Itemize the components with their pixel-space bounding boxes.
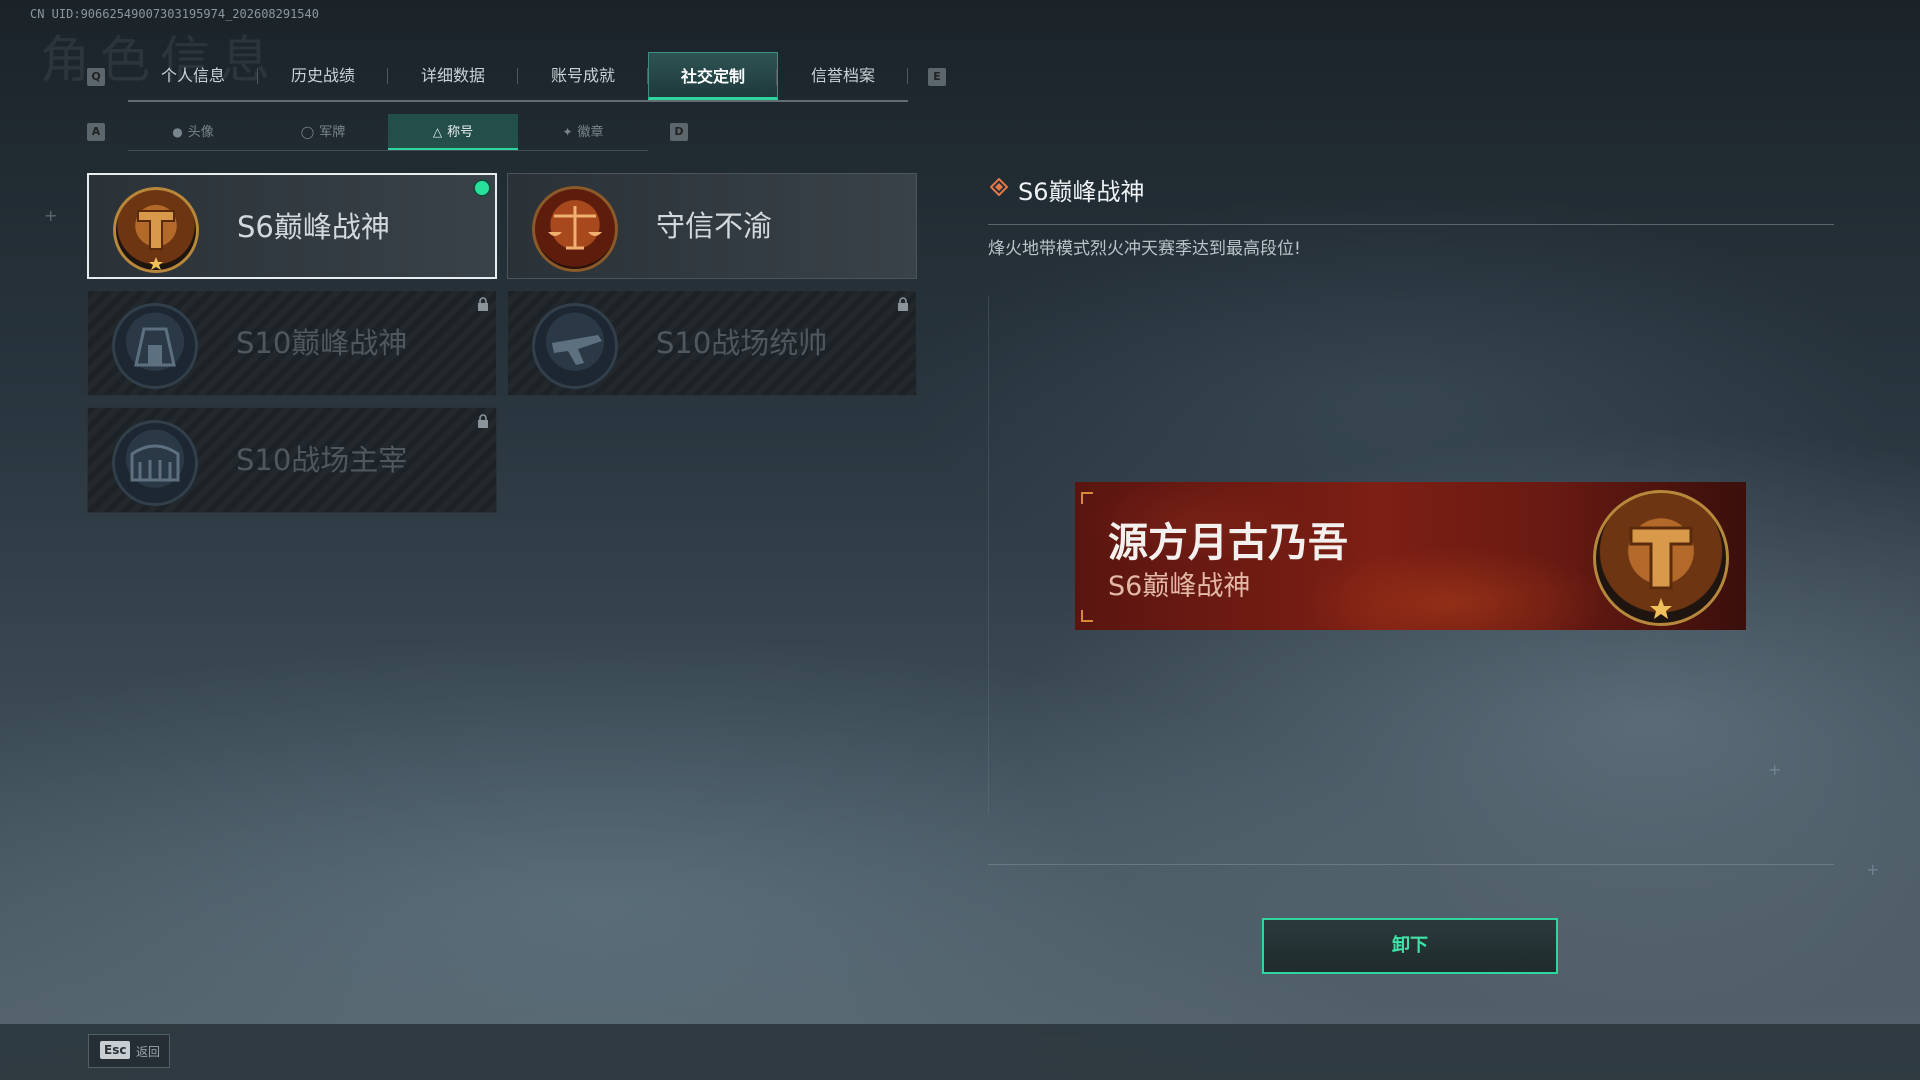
title-card-name: S10战场主宰 <box>236 443 408 477</box>
title-card-trustworthy[interactable]: 守信不渝 <box>507 173 917 279</box>
detail-divider <box>988 224 1834 225</box>
gold-emblem-icon <box>1593 490 1729 626</box>
triangle-icon: △ <box>432 125 443 139</box>
tab-credit-record[interactable]: 信誉档案 <box>778 52 908 100</box>
back-label[interactable]: 返回 <box>136 1043 160 1060</box>
subtab-prev-key[interactable]: A <box>87 123 105 141</box>
footer-bar <box>0 1024 1920 1080</box>
equipped-indicator <box>473 179 491 197</box>
lock-icon <box>478 414 488 428</box>
colosseum-emblem-icon <box>112 420 198 506</box>
title-card-name: 守信不渝 <box>656 209 773 243</box>
lock-icon <box>478 297 488 311</box>
subtab-dogtag[interactable]: ◯ 军牌 <box>258 114 388 150</box>
uid-text: CN UID:906625490073031959​74_20260829154… <box>30 7 319 21</box>
title-card-name: S10战场统帅 <box>656 326 828 360</box>
gold-emblem-icon <box>113 187 199 273</box>
subtab-avatar[interactable]: ● 头像 <box>128 114 258 150</box>
subtab-emblem-label: 徽章 <box>577 125 604 140</box>
detail-title: S6巅峰战神 <box>1018 178 1145 206</box>
subtab-dogtag-label: 军牌 <box>319 125 346 140</box>
preview-player-name: 源方月古乃吾 <box>1108 520 1348 566</box>
tab-prev-key[interactable]: Q <box>87 68 105 86</box>
subtab-title-label: 称号 <box>447 125 474 140</box>
emblem-icon: ✦ <box>562 125 573 139</box>
building-emblem-icon <box>112 303 198 389</box>
subtab-avatar-label: 头像 <box>187 125 214 140</box>
title-card-s10-dominator[interactable]: S10战场主宰 <box>87 407 497 513</box>
preview-title: S6巅峰战神 <box>1108 571 1251 602</box>
unequip-button[interactable]: 卸下 <box>1262 918 1558 974</box>
dogtag-icon: ◯ <box>300 125 315 139</box>
detail-bottom-divider <box>988 864 1834 865</box>
person-icon: ● <box>172 125 183 139</box>
aircraft-emblem-icon <box>532 303 618 389</box>
subtab-next-key[interactable]: D <box>670 123 688 141</box>
scales-emblem-icon <box>532 186 618 272</box>
tab-match-history[interactable]: 历史战绩 <box>258 52 388 100</box>
esc-key[interactable]: Esc <box>100 1041 131 1059</box>
main-tabs: 个人信息 历史战绩 详细数据 账号成就 社交定制 信誉档案 <box>128 52 908 102</box>
title-card-s10-commander[interactable]: S10战场统帅 <box>507 290 917 396</box>
tab-personal-info[interactable]: 个人信息 <box>128 52 258 100</box>
crosshair-decoration: + <box>1866 860 1880 879</box>
tab-next-key[interactable]: E <box>928 68 946 86</box>
title-card-s10-peak[interactable]: S10巅峰战神 <box>87 290 497 396</box>
nameplate-preview: 源方月古乃吾 S6巅峰战神 <box>1075 482 1746 630</box>
tab-detailed-stats[interactable]: 详细数据 <box>388 52 518 100</box>
title-card-name: S6巅峰战神 <box>237 210 390 244</box>
diamond-icon <box>990 178 1008 196</box>
frame-corner <box>1081 492 1093 504</box>
detail-description: 烽火地带模式烈火冲天赛季达到最高段位! <box>988 239 1301 259</box>
frame-corner <box>1081 610 1093 622</box>
subtab-title[interactable]: △ 称号 <box>388 114 518 150</box>
subtab-emblem[interactable]: ✦ 徽章 <box>518 114 648 150</box>
title-card-name: S10巅峰战神 <box>236 326 408 360</box>
lock-icon <box>898 297 908 311</box>
sub-tabs: ● 头像 ◯ 军牌 △ 称号 ✦ 徽章 <box>128 114 648 151</box>
title-card-s6-peak[interactable]: S6巅峰战神 <box>87 173 497 279</box>
tab-social-customization[interactable]: 社交定制 <box>648 52 778 100</box>
crosshair-decoration: + <box>44 206 58 225</box>
tab-achievements[interactable]: 账号成就 <box>518 52 648 100</box>
